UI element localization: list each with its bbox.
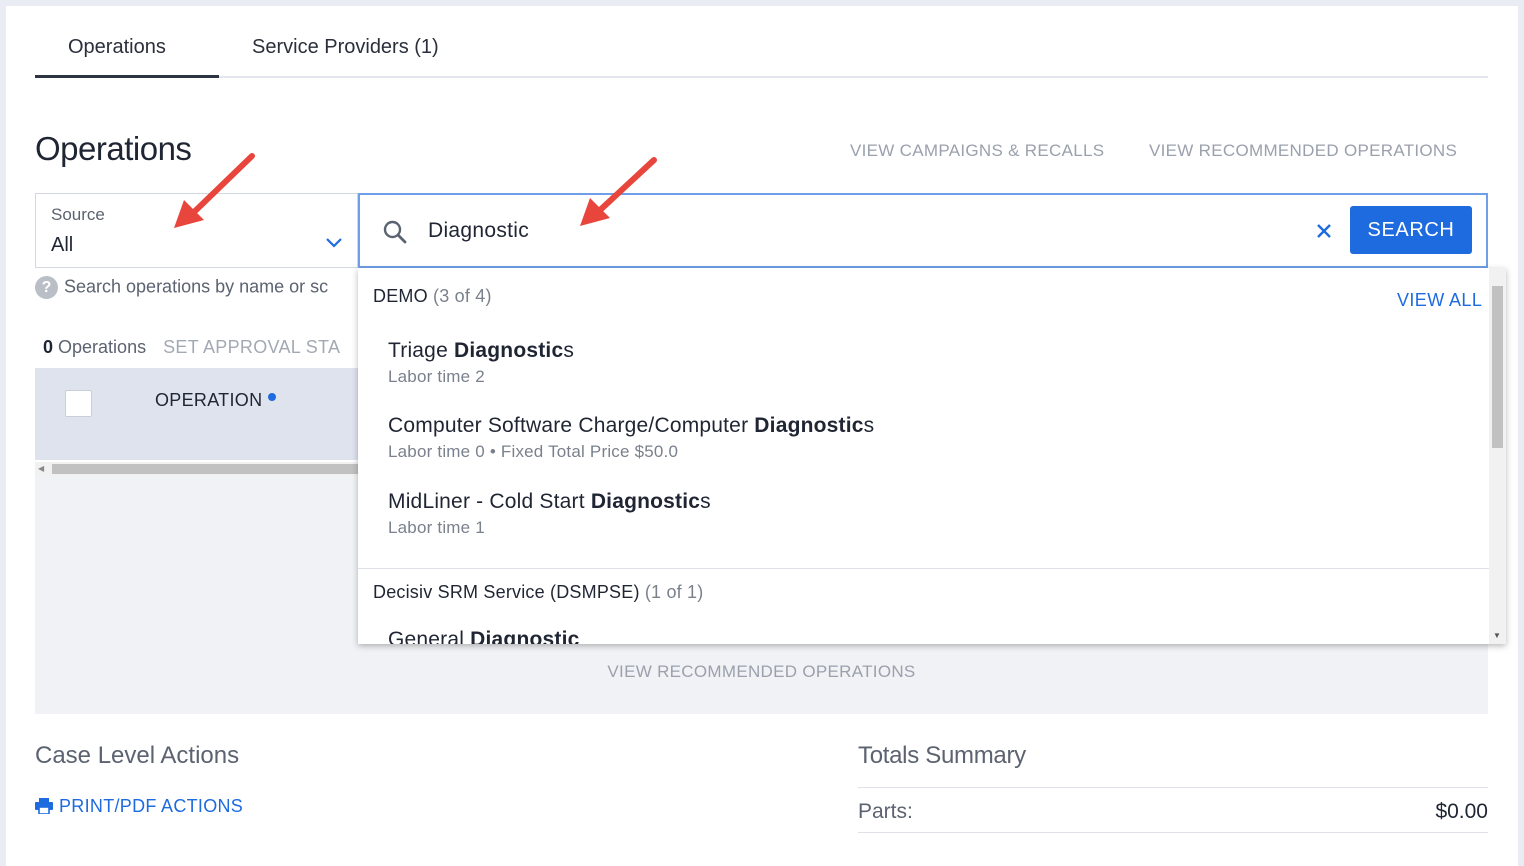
divider: [858, 832, 1488, 833]
result-item-title: General Diagnostic: [388, 628, 580, 644]
parts-label: Parts:: [858, 800, 913, 823]
result-item[interactable]: General Diagnostic: [388, 628, 1478, 644]
scroll-down-icon[interactable]: ▼: [1493, 631, 1501, 640]
scroll-left-icon[interactable]: ◀: [38, 464, 44, 473]
result-item-title: Triage Diagnostics: [388, 339, 575, 362]
operations-count: 0: [43, 337, 54, 357]
dropdown-scrollbar[interactable]: ▼: [1489, 268, 1506, 644]
tab-operations[interactable]: Operations: [68, 36, 166, 59]
result-item-title: Computer Software Charge/Computer Diagno…: [388, 414, 875, 437]
search-button[interactable]: SEARCH: [1350, 206, 1472, 254]
result-group-divider: [358, 568, 1489, 569]
source-label: Source: [51, 205, 105, 224]
column-header-operation[interactable]: OPERATION: [155, 390, 277, 411]
parts-value: $0.00: [1435, 800, 1488, 823]
result-group-header: DEMO (3 of 4): [373, 286, 492, 306]
printer-icon: [35, 798, 53, 814]
divider: [858, 787, 1488, 788]
search-hint: ? Search operations by name or sc: [35, 276, 358, 300]
result-item-subtitle: Labor time 1: [388, 518, 485, 537]
source-value: All: [51, 234, 74, 256]
close-icon[interactable]: [1314, 221, 1334, 241]
search-hint-text: Search operations by name or sc: [64, 276, 329, 297]
select-all-checkbox[interactable]: [65, 390, 92, 417]
search-results-dropdown: DEMO (3 of 4) VIEW ALL Triage Diagnostic…: [358, 268, 1506, 644]
result-item-subtitle: Labor time 0 • Fixed Total Price $50.0: [388, 442, 679, 461]
result-item[interactable]: Triage Diagnostics Labor time 2: [388, 339, 1478, 387]
result-item-title: MidLiner - Cold Start Diagnostics: [388, 490, 711, 513]
result-item[interactable]: Computer Software Charge/Computer Diagno…: [388, 414, 1478, 462]
page: Operations Service Providers (1) Operati…: [6, 6, 1518, 866]
source-select[interactable]: Source All: [35, 193, 358, 268]
tab-bar: Operations Service Providers (1): [35, 26, 1488, 78]
operation-search-box: SEARCH: [358, 193, 1488, 268]
set-approval-status-button[interactable]: SET APPROVAL STA: [163, 337, 340, 357]
view-campaigns-recalls-link[interactable]: VIEW CAMPAIGNS & RECALLS: [850, 141, 1104, 161]
result-item[interactable]: MidLiner - Cold Start Diagnostics Labor …: [388, 490, 1478, 538]
horizontal-scrollbar[interactable]: ◀: [35, 462, 358, 476]
result-item-subtitle: Labor time 2: [388, 367, 485, 386]
operations-table-header: OPERATION: [35, 368, 358, 460]
empty-view-recommended-link[interactable]: VIEW RECOMMENDED OPERATIONS: [35, 662, 1488, 682]
active-tab-indicator: [35, 75, 219, 78]
print-pdf-actions-link[interactable]: PRINT/PDF ACTIONS: [35, 796, 243, 817]
operations-count-bar: 0 Operations SET APPROVAL STA: [43, 337, 358, 358]
case-level-actions-title: Case Level Actions: [35, 742, 240, 769]
search-input[interactable]: [428, 213, 1228, 249]
dropdown-scrollbar-thumb[interactable]: [1492, 286, 1503, 448]
result-group-header: Decisiv SRM Service (DSMPSE) (1 of 1): [373, 582, 704, 602]
required-dot-icon: [268, 393, 277, 401]
question-circle-icon: ?: [35, 276, 58, 299]
tab-service-providers[interactable]: Service Providers (1): [252, 36, 439, 59]
chevron-down-icon: [326, 238, 342, 248]
scrollbar-thumb[interactable]: [52, 464, 358, 474]
view-recommended-operations-link[interactable]: VIEW RECOMMENDED OPERATIONS: [1149, 141, 1457, 161]
operations-count-label: Operations: [58, 337, 147, 357]
totals-summary-title: Totals Summary: [858, 742, 1026, 769]
search-icon: [383, 220, 407, 244]
view-all-link[interactable]: VIEW ALL: [1397, 290, 1482, 311]
page-title: Operations: [35, 130, 192, 167]
